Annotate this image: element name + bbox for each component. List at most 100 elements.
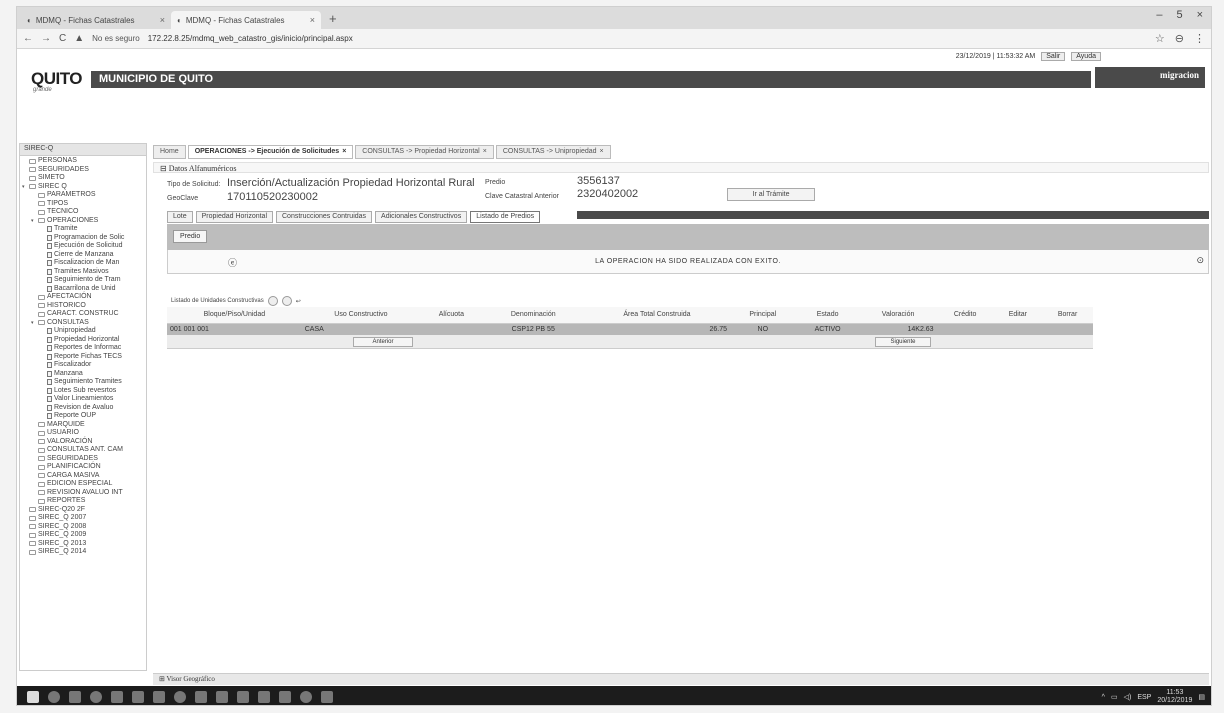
edge-icon[interactable]: [90, 690, 102, 703]
language-indicator[interactable]: ESP: [1137, 694, 1151, 701]
minimize-button[interactable]: –: [1156, 9, 1162, 21]
tree-item[interactable]: Seguimiento Tramites: [20, 378, 146, 387]
task-view-icon[interactable]: [69, 690, 81, 703]
tree-item[interactable]: Fiscalizador: [20, 361, 146, 370]
tab-lote[interactable]: Lote: [167, 211, 193, 223]
expand-icon[interactable]: ⊞: [159, 675, 167, 683]
tree-item[interactable]: ▾ CONSULTAS: [20, 319, 146, 328]
column-header[interactable]: Uso Constructivo: [301, 307, 421, 324]
app-icon[interactable]: [153, 690, 165, 703]
chrome-icon[interactable]: [300, 690, 312, 703]
tree-item[interactable]: TECNICO: [20, 208, 146, 217]
close-icon[interactable]: ×: [342, 148, 346, 156]
link-icon[interactable]: ↩: [296, 298, 301, 305]
menu-icon[interactable]: ⋮: [1194, 32, 1205, 45]
next-button[interactable]: Siguiente: [875, 337, 931, 347]
tree-item[interactable]: Reporte OUP: [20, 412, 146, 421]
search-icon[interactable]: [48, 690, 60, 703]
column-header[interactable]: Borrar: [1042, 307, 1093, 324]
table-row[interactable]: 001 001 001 CASA CSP12 PB 55 26.75 NO ACTIVO 1…: [167, 323, 1093, 335]
column-header[interactable]: Alícuota: [420, 307, 483, 324]
tree-item[interactable]: Manzana: [20, 370, 146, 379]
go-to-tramite-button[interactable]: Ir al Trámite: [727, 188, 815, 201]
add-icon[interactable]: [267, 296, 278, 306]
tab-construcciones[interactable]: Construcciones Contruidas: [276, 211, 373, 223]
tree-item[interactable]: Seguimiento de Tram: [20, 276, 146, 285]
tree-item[interactable]: REVISION AVALUO INT: [20, 489, 146, 498]
column-header[interactable]: Estado: [795, 307, 860, 324]
collapse-icon[interactable]: ⊟: [160, 164, 169, 173]
table-cell[interactable]: [993, 323, 1043, 335]
app-icon[interactable]: [258, 690, 270, 703]
close-icon[interactable]: ×: [160, 15, 165, 25]
ie-icon[interactable]: [174, 690, 186, 703]
tree-item[interactable]: ▾ SIREC Q: [20, 183, 146, 192]
expand-arrow-icon[interactable]: ▾: [31, 217, 36, 226]
tab-propiedad-horizontal[interactable]: CONSULTAS -> Propiedad Horizontal ×: [355, 145, 494, 159]
visor-geografico-panel[interactable]: ⊞ Visor Geográfico: [153, 673, 1209, 685]
browser-tab-2[interactable]: ◐ MDMQ - Fichas Catastrales ×: [171, 11, 321, 29]
tree-item[interactable]: SIREC_Q 2007: [20, 514, 146, 523]
tree-item[interactable]: Propiedad Horizontal: [20, 336, 146, 345]
tree-item[interactable]: USUARIO: [20, 429, 146, 438]
tree-item[interactable]: Lotes Sub revesrtos: [20, 387, 146, 396]
tree-item[interactable]: Ejecución de Solicitud: [20, 242, 146, 251]
close-icon[interactable]: ×: [310, 15, 315, 25]
tree-item[interactable]: Unipropiedad: [20, 327, 146, 336]
tree-item[interactable]: ▾ OPERACIONES: [20, 217, 146, 226]
tree-item[interactable]: PERSONAS: [20, 157, 146, 166]
tree-item[interactable]: PARAMETROS: [20, 191, 146, 200]
tree-item[interactable]: Reporte Fichas TECS: [20, 353, 146, 362]
column-header[interactable]: Valoración: [859, 307, 937, 324]
volume-icon[interactable]: ◁): [1124, 693, 1132, 701]
photos-icon[interactable]: [237, 690, 249, 703]
tree-item[interactable]: Reportes de Informac: [20, 344, 146, 353]
predio-button[interactable]: Predio: [173, 230, 208, 243]
forward-icon[interactable]: →: [41, 33, 51, 44]
notifications-icon[interactable]: ▤: [1198, 693, 1205, 701]
tree-item[interactable]: Valor Lineamientos: [20, 395, 146, 404]
star-icon[interactable]: ☆: [1155, 32, 1165, 45]
tree-item[interactable]: REPORTES: [20, 497, 146, 506]
column-header[interactable]: Área Total Construida: [583, 307, 730, 324]
tree-item[interactable]: CARGA MASIVA: [20, 472, 146, 481]
tree-item[interactable]: Bacarrilona de Unid: [20, 285, 146, 294]
tree-item[interactable]: SEGURIDADES: [20, 166, 146, 175]
tab-home[interactable]: Home: [153, 145, 186, 159]
tree-item[interactable]: VALORACIÓN: [20, 438, 146, 447]
section-header[interactable]: ⊟ Datos Alfanuméricos: [153, 162, 1209, 173]
tree-item[interactable]: SEGURIDADES: [20, 455, 146, 464]
store-icon[interactable]: [111, 690, 123, 703]
tree-item[interactable]: PLANIFICACIÓN: [20, 463, 146, 472]
skype-icon[interactable]: [216, 690, 228, 703]
expand-arrow-icon[interactable]: ▾: [22, 183, 27, 192]
maximize-button[interactable]: 5: [1176, 9, 1182, 21]
app-icon[interactable]: [321, 690, 333, 703]
expand-arrow-icon[interactable]: ▾: [31, 319, 36, 328]
tree-item[interactable]: SIMETO: [20, 174, 146, 183]
tree-item[interactable]: SIREC_Q 2013: [20, 540, 146, 549]
tree-item[interactable]: Tramites Masivos: [20, 268, 146, 277]
column-header[interactable]: Bloque/Piso/Unidad: [167, 307, 302, 324]
column-header[interactable]: Principal: [730, 307, 796, 324]
tree-item[interactable]: Cierre de Manzana: [20, 251, 146, 260]
tab-ejecucion[interactable]: OPERACIONES -> Ejecución de Solicitudes ×: [187, 145, 354, 159]
chevron-up-icon[interactable]: ^: [1102, 694, 1105, 701]
tree-item[interactable]: SIREC_Q 2009: [20, 531, 146, 540]
exit-button[interactable]: Salir: [1041, 51, 1066, 61]
tree-item[interactable]: HISTORICO: [20, 302, 146, 311]
tree-item[interactable]: SIREC-Q20 2F: [20, 506, 146, 515]
browser-tab-1[interactable]: ◐ MDMQ - Fichas Catastrales ×: [21, 11, 171, 29]
search-icon[interactable]: [281, 296, 292, 306]
app-icon[interactable]: [279, 690, 291, 703]
new-tab-button[interactable]: +: [321, 11, 345, 29]
close-icon[interactable]: ×: [483, 148, 487, 156]
table-cell[interactable]: [936, 323, 994, 335]
network-icon[interactable]: ▭: [1111, 693, 1118, 701]
windows-start-icon[interactable]: [27, 690, 39, 703]
url-field[interactable]: 172.22.8.25/mdmq_web_catastro_gis/inicio…: [148, 34, 1147, 43]
files-icon[interactable]: [132, 690, 144, 703]
tree-item[interactable]: CARACT. CONSTRUC: [20, 310, 146, 319]
back-icon[interactable]: ←: [23, 33, 33, 44]
tree-item[interactable]: Tramite: [20, 225, 146, 234]
